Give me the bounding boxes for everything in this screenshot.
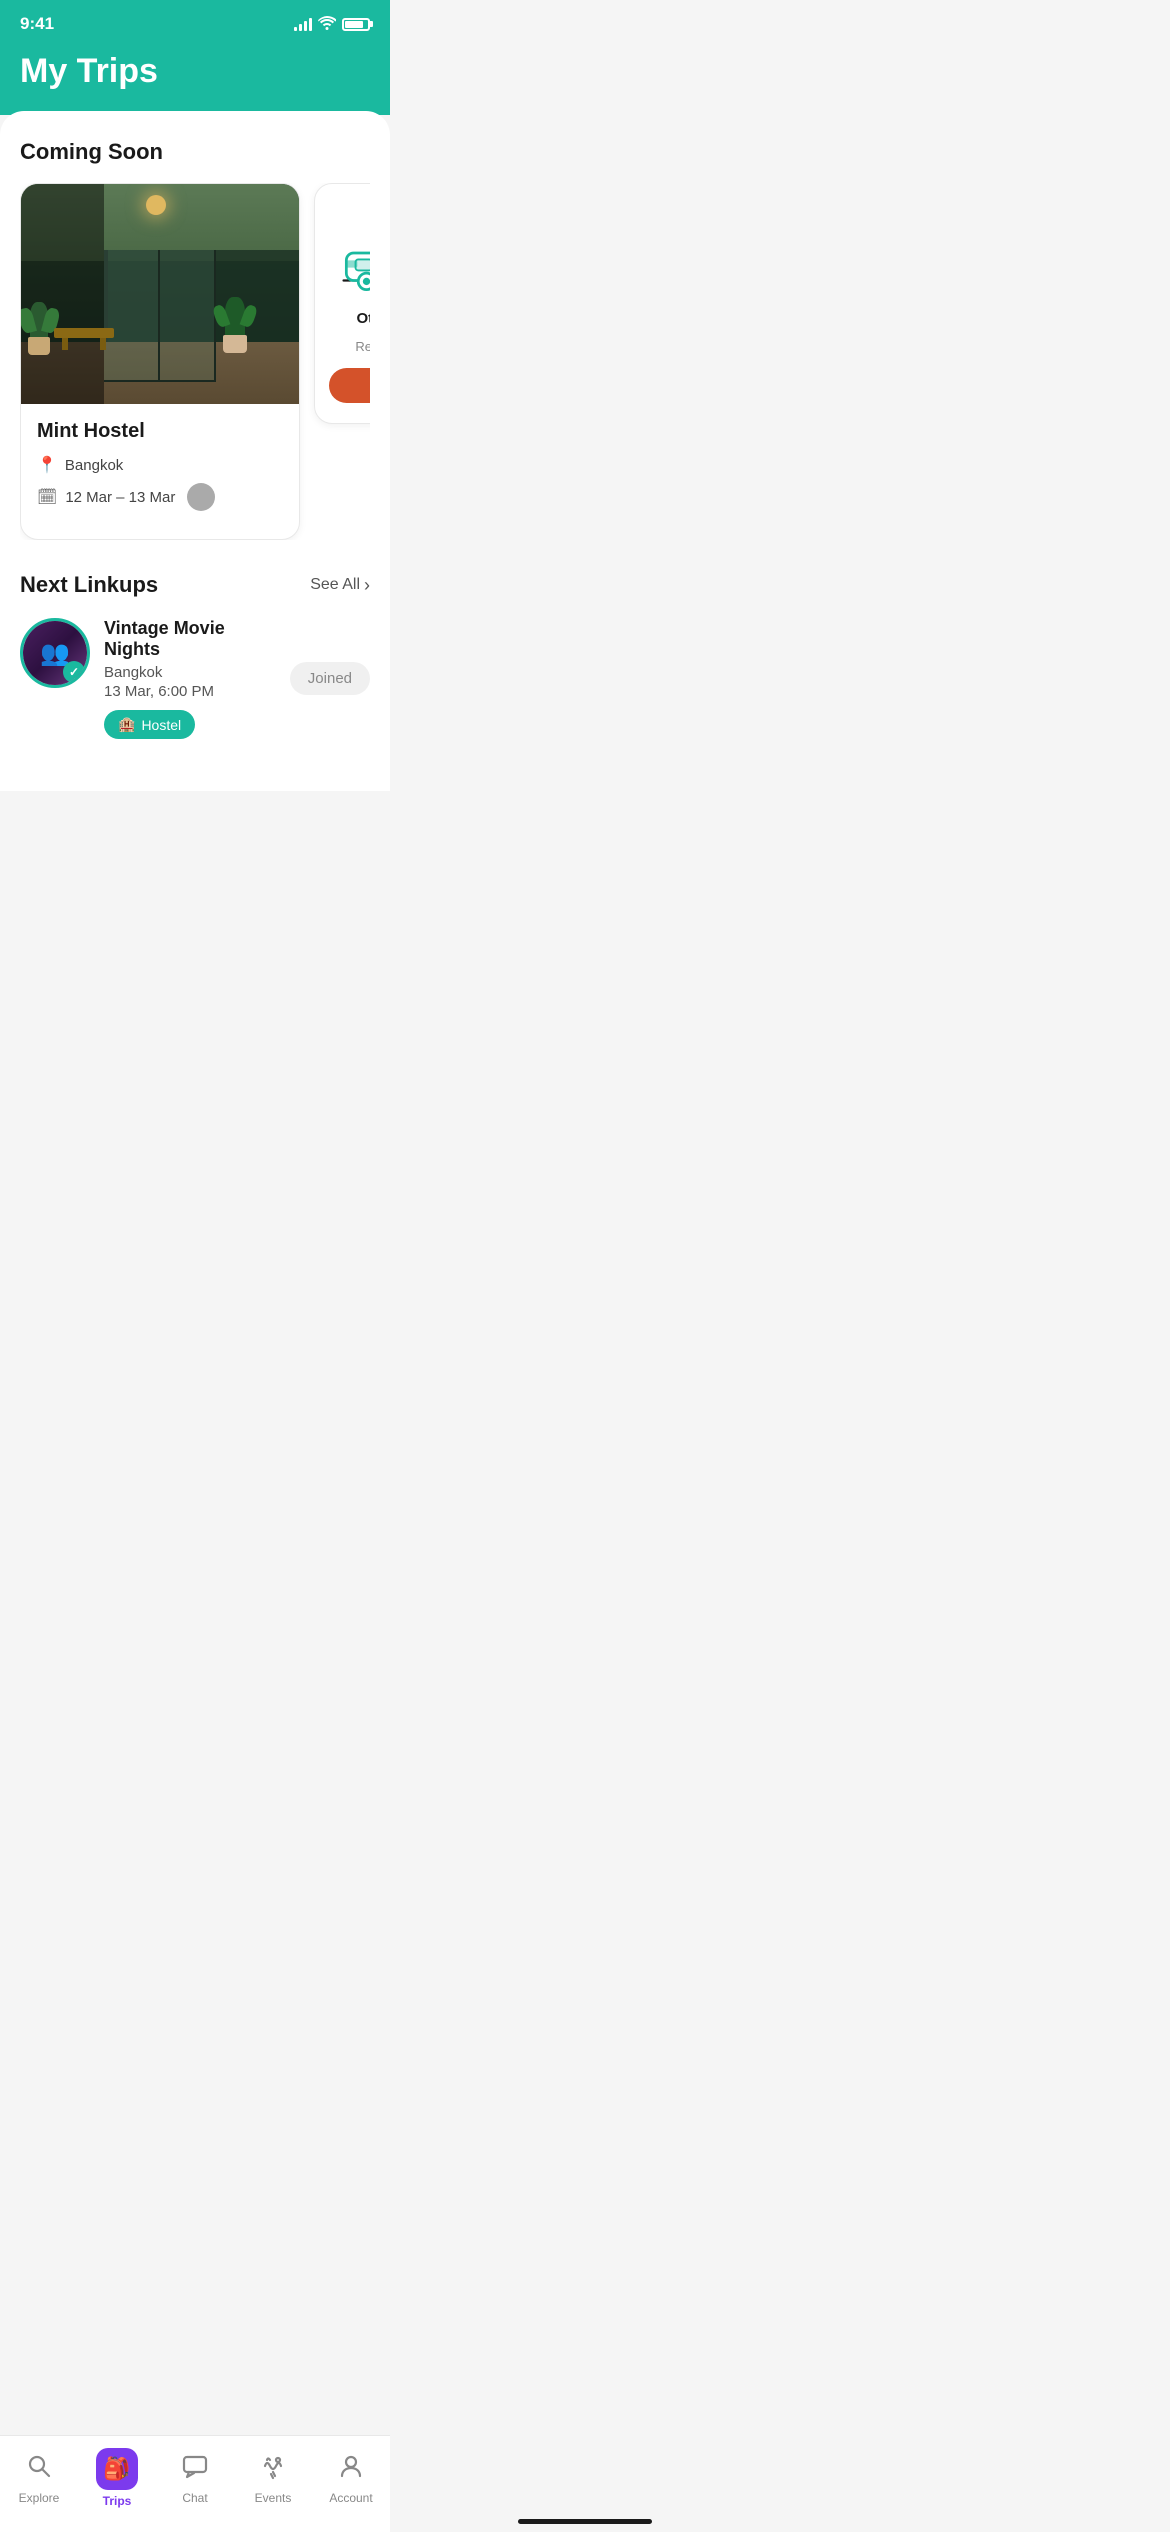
see-all-arrow-icon: ›: [364, 575, 370, 596]
status-time: 9:41: [20, 14, 54, 34]
wifi-icon: [318, 16, 336, 33]
joined-check-icon: ✓: [63, 661, 85, 683]
calendar-icon: 🗓: [37, 487, 57, 507]
nav-item-trips[interactable]: 🎒 Trips: [78, 2448, 156, 2508]
trip-card-mint-hostel[interactable]: Mint Hostel 📍 Bangkok 🗓 12 Mar – 13 Mar: [20, 183, 300, 540]
linkup-tag[interactable]: 🏨 Hostel: [104, 710, 195, 739]
main-content: Coming Soon: [0, 111, 390, 791]
trips-backpack-icon: 🎒: [103, 2456, 130, 2482]
bus-illustration: [339, 208, 370, 298]
trip-name: Mint Hostel: [37, 420, 283, 443]
location-pin-icon: 📍: [37, 455, 57, 475]
events-label: Events: [255, 2491, 292, 2505]
promo-button[interactable]: Le...: [329, 368, 370, 403]
page-title: My Trips: [20, 52, 370, 91]
chat-icon: [181, 2452, 209, 2487]
trip-dates: 🗓 12 Mar – 13 Mar: [37, 483, 283, 511]
linkup-location: Bangkok: [104, 664, 276, 681]
home-indicator: [518, 2519, 652, 2524]
coming-soon-title: Coming Soon: [20, 139, 370, 165]
signal-icon: [294, 17, 312, 31]
promo-card[interactable]: Others are Ready to star Le...: [314, 183, 370, 424]
next-linkups-header: Next Linkups See All ›: [20, 572, 370, 598]
explore-label: Explore: [19, 2491, 60, 2505]
see-all-button[interactable]: See All ›: [310, 575, 370, 596]
coming-soon-scroll[interactable]: Mint Hostel 📍 Bangkok 🗓 12 Mar – 13 Mar: [20, 183, 370, 540]
trip-card-info: Mint Hostel 📍 Bangkok 🗓 12 Mar – 13 Mar: [21, 404, 299, 539]
nav-item-account[interactable]: Account: [312, 2452, 390, 2505]
trips-label: Trips: [103, 2494, 132, 2508]
status-icons: [294, 16, 370, 33]
account-label: Account: [329, 2491, 372, 2505]
bottom-nav: Explore 🎒 Trips Chat Events: [0, 2435, 390, 2532]
nav-item-chat[interactable]: Chat: [156, 2452, 234, 2505]
linkup-time: 13 Mar, 6:00 PM: [104, 683, 276, 700]
account-icon: [337, 2452, 365, 2487]
trips-icon-container: 🎒: [96, 2448, 138, 2490]
status-bar: 9:41: [0, 0, 390, 42]
promo-headline: Others are: [356, 310, 370, 327]
battery-icon: [342, 18, 370, 31]
linkup-details: Vintage Movie Nights Bangkok 13 Mar, 6:0…: [104, 618, 276, 739]
chat-label: Chat: [182, 2491, 207, 2505]
trip-location: 📍 Bangkok: [37, 455, 283, 475]
hostel-tag-icon: 🏨: [118, 716, 135, 733]
linkup-name: Vintage Movie Nights: [104, 618, 276, 660]
linkup-item[interactable]: 👥 ✓ Vintage Movie Nights Bangkok 13 Mar,…: [20, 618, 370, 759]
nav-item-explore[interactable]: Explore: [0, 2452, 78, 2505]
explore-icon: [25, 2452, 53, 2487]
joined-badge: Joined: [290, 662, 370, 695]
events-wave-icon: [259, 2452, 287, 2487]
next-linkups-title: Next Linkups: [20, 572, 158, 598]
header: My Trips: [0, 42, 390, 115]
nav-item-events[interactable]: Events: [234, 2452, 312, 2505]
trip-card-image: [21, 184, 299, 404]
promo-subtext: Ready to star: [355, 339, 370, 356]
linkup-avatar: 👥 ✓: [20, 618, 90, 688]
